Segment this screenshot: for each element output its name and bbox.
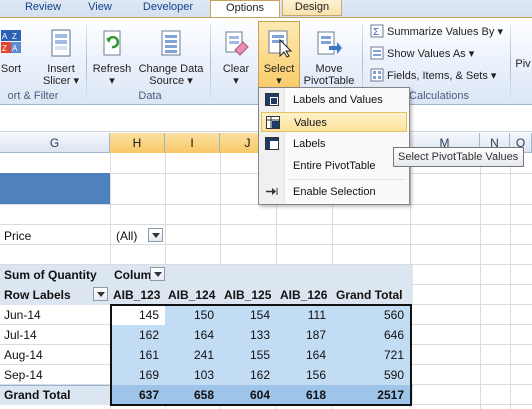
select-cursor-icon [268,30,293,58]
pivot-row-label[interactable]: Jul-14 [4,325,104,345]
column-header-i[interactable]: I [165,133,220,153]
svg-text:A: A [12,44,18,53]
select-label-2: ▾ [276,75,282,87]
pivotchart-label: Piv [515,58,531,70]
pivot-grand-total-label[interactable]: Grand Total [4,385,104,405]
data-source-icon [161,30,181,56]
move-pivottable-button[interactable]: Move PivotTable [300,28,358,87]
menu-separator [289,179,405,180]
menu-item-entire-pivottable[interactable]: Entire PivotTable [261,156,407,176]
fields-items-sets-label: Fields, Items, & Sets ▾ [387,70,497,82]
insert-slicer-button[interactable]: Insert Slicer ▾ [38,28,84,87]
pivot-col-header[interactable]: AIB_123 [110,285,165,305]
pivot-sum-label[interactable]: Sum of Quantity [4,265,110,285]
group-label-calculations: Calculations [409,90,469,102]
tab-developer[interactable]: Developer [134,0,202,16]
svg-text:A: A [2,32,8,41]
tab-view[interactable]: View [80,0,120,16]
change-data-source-label-2: Source ▾ [149,75,193,87]
select-label-1: Select [263,63,295,75]
ribbon-separator [210,24,211,102]
grid-line [0,224,532,225]
svg-text:Z: Z [12,32,17,41]
labels-and-values-icon [265,93,279,106]
sort-az-icon: A Z Z A [1,30,21,53]
insert-slicer-label-1: Insert [47,63,75,75]
selection-outline [110,304,412,406]
pivot-row-label[interactable]: Sep-14 [4,365,104,385]
show-values-as-button[interactable]: Show Values As ▾ [370,44,474,64]
refresh-label-1: Refresh [92,63,132,75]
pivot-col-header[interactable]: AIB_124 [165,285,220,305]
menu-item-enable-selection[interactable]: Enable Selection [261,182,407,202]
clear-button[interactable]: Clear ▾ [216,28,256,87]
enable-selection-icon [266,188,278,195]
refresh-label-2: ▾ [109,75,115,87]
refresh-button[interactable]: Refresh ▾ [90,28,134,87]
clear-label-2: ▾ [233,75,239,87]
show-values-as-label: Show Values As ▾ [387,48,475,60]
group-label-data: Data [138,90,162,102]
grid-line [510,153,511,409]
pivot-col-header[interactable]: AIB_125 [220,285,276,305]
sort-label: Sort [0,63,22,75]
show-values-icon [370,46,384,60]
ribbon-separator [510,24,511,102]
tab-review[interactable]: Review [20,0,66,16]
slicer-icon [51,29,71,57]
clear-eraser-icon [225,31,249,56]
select-dropdown-menu: Labels and Values Values Labels Entire P… [258,87,410,205]
ribbon-separator [86,24,87,102]
move-pivottable-icon [317,31,342,55]
menu-item-label: Labels and Values [293,94,383,106]
change-data-source-button[interactable]: Change Data Source ▾ [136,28,206,87]
svg-text:Σ: Σ [373,27,379,38]
values-icon [266,116,280,129]
summarize-icon: Σ [370,24,384,38]
menu-item-labels[interactable]: Labels [261,134,407,154]
column-header-h[interactable]: H [110,133,165,153]
menu-item-label: Labels [293,138,326,150]
pivot-row-label[interactable]: Aug-14 [4,345,104,365]
summarize-values-by-label: Summarize Values By ▾ [387,26,503,38]
ribbon-tab-bar: Review View Developer Options Design [0,0,532,18]
pivotchart-button[interactable]: Piv [514,58,532,70]
sort-button[interactable]: A Z Z A Sort [0,28,22,75]
menu-item-labels-and-values[interactable]: Labels and Values [261,90,407,110]
menu-item-label: Values [294,117,327,129]
tooltip: Select PivotTable Values [393,147,524,167]
pivot-filter-label[interactable]: Price [4,226,104,246]
refresh-icon [103,30,121,56]
pivot-row-label[interactable]: Jun-14 [4,305,104,325]
clear-label-1: Clear [222,63,250,75]
menu-item-label: Entire PivotTable [293,160,376,172]
menu-item-label: Enable Selection [293,186,376,198]
move-pivottable-label-2: PivotTable [303,75,355,87]
row-labels-dropdown-icon[interactable] [93,287,108,301]
menu-item-values[interactable]: Values [261,112,407,132]
summarize-values-by-button[interactable]: Σ Summarize Values By ▾ [370,22,503,42]
column-labels-dropdown-icon[interactable] [150,267,165,281]
select-button[interactable]: Select ▾ [258,21,300,88]
change-data-source-label-1: Change Data [138,63,204,75]
pivot-col-header[interactable]: Grand Total [332,285,410,305]
move-pivottable-label-1: Move [315,63,343,75]
group-label-sort-filter: ort & Filter [7,90,59,102]
insert-slicer-label-2: Slicer ▾ [42,75,80,87]
tab-design[interactable]: Design [282,0,342,16]
pivot-col-header[interactable]: AIB_126 [276,285,332,305]
pivot-column-labels[interactable]: Colum [114,265,150,285]
column-header-g[interactable]: G [0,133,110,153]
header-fill-cell[interactable] [0,173,110,204]
fields-items-sets-button[interactable]: Fields, Items, & Sets ▾ [370,66,496,86]
grid-line [480,153,481,409]
tab-options[interactable]: Options [210,0,280,18]
labels-icon [265,137,279,150]
filter-dropdown-icon[interactable] [148,228,163,242]
fields-items-icon [370,68,384,82]
svg-text:Z: Z [2,44,7,53]
pivot-row-labels[interactable]: Row Labels [4,285,94,305]
